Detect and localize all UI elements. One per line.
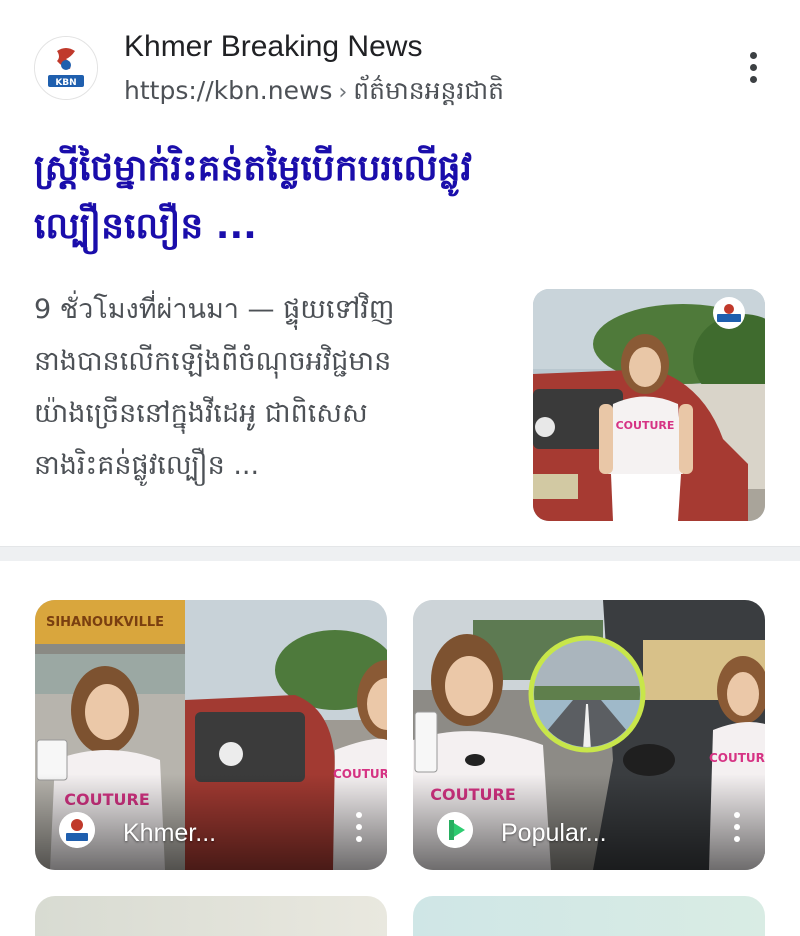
result-source-row[interactable]: KBN Khmer Breaking News https://kbn.news…	[34, 28, 774, 108]
shirt-text: COUTURE	[616, 419, 675, 432]
snippet-line-1: 9 ชั่วโมงที่ผ่านมา — ផ្ទុយទៅវិញ	[34, 294, 395, 325]
kbn-logo-text: KBN	[55, 78, 76, 88]
breadcrumb-url: https://kbn.news	[124, 76, 333, 105]
breadcrumb[interactable]: https://kbn.news › ព័ត៌មានអន្តរជាតិ	[124, 76, 504, 112]
video-card[interactable]: COUTURE COUTURE Popular...	[413, 600, 765, 870]
video-card-partial[interactable]	[35, 896, 387, 936]
kbn-logo-icon: KBN	[34, 36, 98, 100]
video-channel-name: Khmer...	[123, 819, 217, 847]
result-snippet: 9 ชั่วโมงที่ผ่านมา — ផ្ទុយទៅវិញ នាងបានលើ…	[34, 284, 504, 492]
sihanoukville-banner-text: SIHANOUKVILLE	[46, 615, 164, 630]
snippet-line-2: នាងបានលើកឡើងពីចំណុចអវិជ្ជមាន	[34, 346, 392, 377]
more-options-icon[interactable]	[731, 810, 743, 844]
snippet-line-4: នាងរិះគន់ផ្លូវល្បឿន ...	[34, 450, 260, 481]
video-card-partial[interactable]	[413, 896, 765, 936]
result-title-link[interactable]: ស្ត្រីថៃម្នាក់រិះគន់តម្លៃបើកបរលើផ្លូវ ល្…	[34, 140, 674, 256]
breadcrumb-section: ព័ត៌មានអន្តរជាតិ	[353, 76, 505, 105]
more-options-icon[interactable]	[740, 48, 768, 88]
play-badge-icon	[437, 812, 473, 848]
video-card[interactable]: SIHANOUKVILLE COUTURE COUTURE Khmer...	[35, 600, 387, 870]
site-name[interactable]: Khmer Breaking News	[124, 30, 422, 64]
video-channel-name: Popular...	[501, 819, 607, 847]
section-divider	[0, 546, 800, 561]
more-options-icon[interactable]	[353, 810, 365, 844]
kbn-logo-icon	[59, 812, 95, 848]
breadcrumb-separator: ›	[338, 80, 348, 105]
result-thumbnail[interactable]: COUTURE	[533, 289, 765, 521]
shirt-text: COUTURE	[709, 751, 765, 765]
result-title-line-1: ស្ត្រីថៃម្នាក់រិះគន់តម្លៃបើកបរលើផ្លូវ	[34, 148, 472, 189]
result-title-line-2: ល្បឿនលឿន ...	[34, 206, 257, 247]
snippet-line-3: យ៉ាងច្រើននៅក្នុងវីដេអូ ជាពិសេស	[34, 398, 368, 429]
